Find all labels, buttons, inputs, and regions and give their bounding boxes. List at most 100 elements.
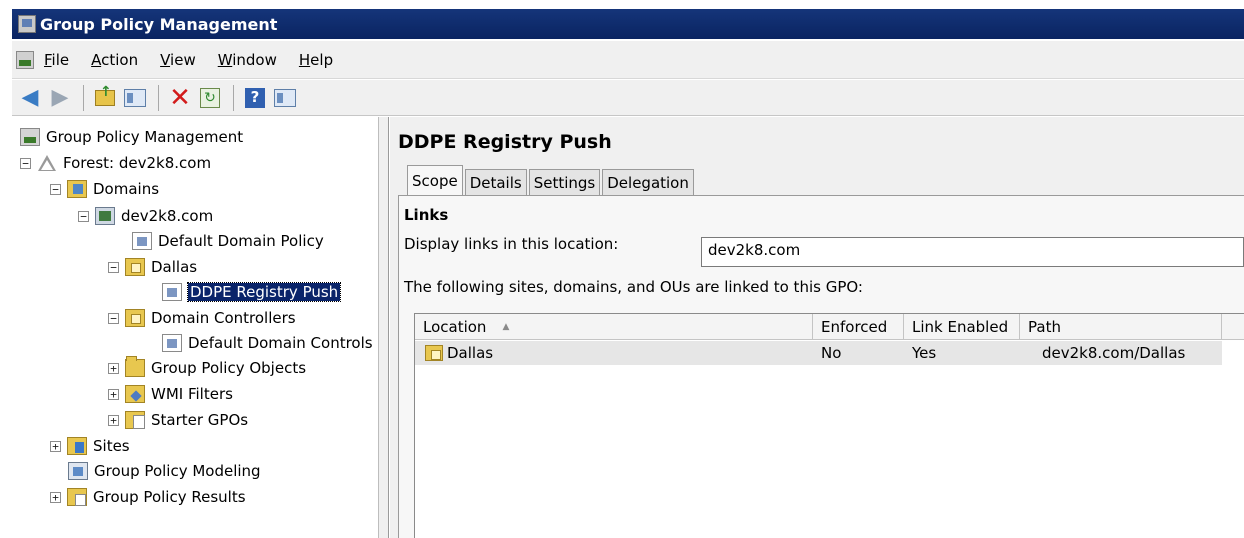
forest-icon — [37, 153, 57, 173]
menu-view[interactable]: View — [160, 51, 196, 69]
collapse-toggle[interactable]: − — [78, 210, 89, 222]
action-pane-icon[interactable] — [271, 84, 299, 112]
tab-strip: Scope Details Settings Delegation — [407, 165, 696, 195]
tree-item-default-domain-policy[interactable]: Default Domain Policy — [132, 229, 324, 253]
tree-item-sites[interactable]: + Sites — [50, 434, 130, 458]
gpo-link-icon — [162, 334, 182, 352]
tab-delegation[interactable]: Delegation — [602, 169, 694, 195]
links-heading: Links — [404, 206, 449, 224]
menu-help[interactable]: Help — [299, 51, 333, 69]
system-menu-icon[interactable] — [16, 50, 34, 69]
toolbar: ◀ ▶ ✕ ↻ ? — [12, 80, 1244, 116]
expand-toggle[interactable]: + — [50, 440, 61, 452]
menu-bar: File Action View Window Help — [12, 41, 1244, 79]
tree-item-label: Sites — [93, 437, 130, 455]
delete-icon[interactable]: ✕ — [166, 84, 194, 112]
cell-enforced: No — [821, 344, 842, 362]
pane-splitter[interactable] — [379, 117, 389, 538]
gpo-link-icon — [132, 232, 152, 250]
collapse-toggle[interactable]: − — [108, 261, 119, 273]
tree-item-label: Group Policy Management — [46, 128, 244, 146]
tree-item-domain[interactable]: − dev2k8.com — [78, 204, 213, 228]
tree-item-default-domain-controllers[interactable]: Default Domain Controls — [162, 331, 373, 355]
forward-icon[interactable]: ▶ — [46, 84, 74, 112]
title-bar: Group Policy Management — [12, 9, 1244, 39]
group-policy-management-icon — [20, 128, 40, 146]
display-links-combobox[interactable]: dev2k8.com — [701, 237, 1244, 267]
help-icon[interactable]: ? — [241, 84, 269, 112]
expand-toggle[interactable]: + — [108, 362, 119, 374]
tree-item-label: Group Policy Modeling — [94, 462, 261, 480]
column-header-enforced[interactable]: Enforced — [813, 314, 904, 340]
sort-ascending-icon: ▲ — [502, 322, 510, 332]
sites-icon — [67, 437, 87, 455]
tree-item-modeling[interactable]: Group Policy Modeling — [68, 459, 261, 483]
menu-window[interactable]: Window — [218, 51, 277, 69]
gpo-title: DDPE Registry Push — [398, 131, 612, 153]
expand-toggle[interactable]: + — [108, 388, 119, 400]
menu-file[interactable]: File — [44, 51, 69, 69]
refresh-icon[interactable]: ↻ — [196, 84, 224, 112]
tree-item-ddpe-registry-push[interactable]: DDPE Registry Push — [162, 280, 342, 304]
expand-toggle[interactable]: + — [50, 491, 61, 503]
cell-link-enabled: Yes — [912, 344, 937, 362]
tree-item-results[interactable]: + Group Policy Results — [50, 485, 246, 509]
column-header-link-enabled[interactable]: Link Enabled — [904, 314, 1020, 340]
tree-item-dallas[interactable]: − Dallas — [108, 255, 197, 279]
modeling-icon — [68, 462, 88, 480]
links-table: Location ▲ Enforced Link Enabled Path Da… — [414, 313, 1244, 538]
back-icon[interactable]: ◀ — [16, 84, 44, 112]
collapse-toggle[interactable]: − — [108, 312, 119, 324]
folder-icon — [125, 356, 145, 377]
column-header-location[interactable]: Location ▲ — [415, 314, 813, 340]
details-pane: DDPE Registry Push Scope Details Setting… — [390, 117, 1244, 538]
show-hide-tree-icon[interactable] — [121, 84, 149, 112]
column-header-path[interactable]: Path — [1020, 314, 1222, 340]
ou-icon — [425, 345, 443, 361]
collapse-toggle[interactable]: − — [20, 157, 31, 169]
tree-item-label: Domains — [93, 180, 160, 198]
toolbar-separator — [233, 84, 234, 111]
gpo-link-icon — [162, 283, 182, 301]
up-folder-icon[interactable] — [91, 84, 119, 112]
table-header: Location ▲ Enforced Link Enabled Path — [415, 314, 1244, 340]
tree-item-group-policy-objects[interactable]: + Group Policy Objects — [108, 356, 306, 380]
tree-item-label: WMI Filters — [151, 385, 233, 403]
tree-item-domain-controllers[interactable]: − Domain Controllers — [108, 306, 296, 330]
ou-icon — [125, 258, 145, 276]
tree-item-domains[interactable]: − Domains — [50, 177, 159, 201]
tree-item-root[interactable]: Group Policy Management — [20, 125, 243, 149]
starter-gpo-icon — [125, 411, 145, 429]
column-header-filler — [1222, 314, 1244, 340]
tree-item-label: dev2k8.com — [121, 207, 214, 225]
tree-item-label: Forest: dev2k8.com — [63, 154, 212, 172]
tree-item-label: Default Domain Policy — [158, 232, 324, 250]
tree-item-label: Domain Controllers — [151, 309, 296, 327]
menu-action[interactable]: Action — [91, 51, 138, 69]
tree-item-wmi-filters[interactable]: + WMI Filters — [108, 382, 233, 406]
cell-path: dev2k8.com/Dallas — [1042, 344, 1186, 362]
domain-icon — [95, 207, 115, 225]
tree-item-label: DDPE Registry Push — [186, 282, 342, 302]
results-icon — [67, 488, 87, 506]
console-tree: Group Policy Management − Forest: dev2k8… — [12, 117, 379, 538]
wmi-filter-icon — [125, 385, 145, 403]
display-links-label: Display links in this location: — [404, 235, 619, 253]
tree-item-label: Dallas — [151, 258, 198, 276]
tree-item-starter-gpos[interactable]: + Starter GPOs — [108, 408, 248, 432]
expand-toggle[interactable]: + — [108, 414, 119, 426]
gpm-app-icon — [18, 15, 36, 33]
tab-settings[interactable]: Settings — [528, 169, 601, 195]
tab-details[interactable]: Details — [464, 169, 527, 195]
toolbar-separator — [158, 84, 159, 111]
table-row[interactable]: Dallas No Yes dev2k8.com/Dallas — [415, 341, 1222, 365]
window-title: Group Policy Management — [40, 14, 278, 34]
linked-list-label: The following sites, domains, and OUs ar… — [404, 278, 863, 296]
collapse-toggle[interactable]: − — [50, 183, 61, 195]
ou-icon — [125, 309, 145, 327]
tab-scope[interactable]: Scope — [407, 165, 463, 195]
tree-item-label: Group Policy Results — [93, 488, 246, 506]
toolbar-separator — [83, 84, 84, 111]
tree-item-forest[interactable]: − Forest: dev2k8.com — [20, 151, 211, 175]
tree-item-label: Default Domain Controls — [188, 334, 373, 352]
